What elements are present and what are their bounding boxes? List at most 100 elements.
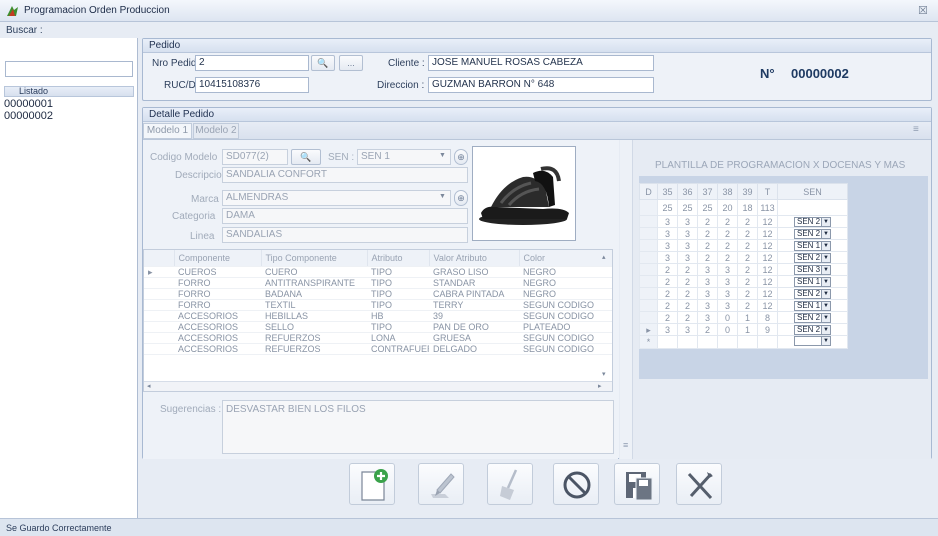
cell[interactable]: 3: [657, 251, 678, 264]
sen-dropdown[interactable]: SEN 2 ▼: [794, 217, 831, 227]
sugerencias-textarea[interactable]: DESVASTAR BIEN LOS FILOS: [222, 400, 614, 454]
cell[interactable]: 2: [737, 227, 758, 240]
cell[interactable]: 1: [737, 323, 758, 336]
table-row[interactable]: 3 3 2 2 2 12 SEN 2 ▼: [639, 227, 848, 240]
table-row[interactable]: 2 2 3 3 2 12 SEN 2 ▼: [639, 287, 848, 300]
table-row[interactable]: 2 2 3 3 2 12 SEN 3 ▼: [639, 263, 848, 276]
cell[interactable]: 3: [657, 323, 678, 336]
cell[interactable]: 2: [657, 263, 678, 276]
cell[interactable]: 0: [717, 323, 738, 336]
cell[interactable]: 2: [677, 299, 698, 312]
cell[interactable]: 3: [697, 263, 718, 276]
cell[interactable]: 2: [677, 287, 698, 300]
column-header[interactable]: 35: [657, 183, 678, 200]
table-row[interactable]: FORRO TEXTIL TIPO TERRY SEGUN CODIGO: [144, 299, 612, 311]
sen-dropdown[interactable]: SEN 1 ▼: [794, 277, 831, 287]
table-row[interactable]: 3 3 2 2 2 12 SEN 2 ▼: [639, 251, 848, 264]
cell[interactable]: 3: [657, 215, 678, 228]
cell[interactable]: 3: [677, 227, 698, 240]
direccion-field[interactable]: GUZMAN BARRON N° 648: [428, 77, 654, 93]
cell[interactable]: [717, 335, 738, 349]
cell[interactable]: 2: [697, 239, 718, 252]
sen-cell[interactable]: SEN 2 ▼: [777, 311, 848, 324]
sen-dropdown[interactable]: SEN 1 ▼: [794, 301, 831, 311]
table-row[interactable]: ▸ 3 3 2 0 1 9 SEN 2 ▼: [639, 323, 848, 336]
more-button[interactable]: ...: [339, 55, 363, 71]
sen-dropdown[interactable]: SEN 3 ▼: [794, 265, 831, 275]
column-header[interactable]: Valor Atributo: [429, 250, 520, 267]
column-header[interactable]: Color: [519, 250, 612, 267]
sen-dropdown[interactable]: ▼: [794, 336, 831, 346]
sen-cell[interactable]: SEN 1 ▼: [777, 299, 848, 312]
search-pedido-button[interactable]: 🔍: [311, 55, 335, 71]
table-row[interactable]: ACCESORIOS HEBILLAS HB 39 SEGUN CODIGO: [144, 310, 612, 322]
table-row[interactable]: 2 2 3 3 2 12 SEN 1 ▼: [639, 299, 848, 312]
cell[interactable]: 2: [697, 251, 718, 264]
sen-cell[interactable]: SEN 2 ▼: [777, 323, 848, 336]
clean-button[interactable]: [487, 463, 533, 505]
linea-field[interactable]: SANDALIAS: [222, 227, 468, 243]
cell[interactable]: 2: [677, 263, 698, 276]
table-row[interactable]: FORRO BADANA TIPO CABRA PINTADA NEGRO: [144, 288, 612, 300]
cell[interactable]: 3: [657, 239, 678, 252]
cell[interactable]: 3: [677, 323, 698, 336]
cell[interactable]: 2: [657, 299, 678, 312]
sen-cell[interactable]: SEN 2 ▼: [777, 227, 848, 240]
scroll-up-icon[interactable]: ▴: [602, 253, 606, 261]
sen-cell[interactable]: SEN 1 ▼: [777, 239, 848, 252]
cell[interactable]: 3: [677, 251, 698, 264]
cell[interactable]: 2: [657, 287, 678, 300]
cell[interactable]: 2: [737, 299, 758, 312]
cell[interactable]: 2: [697, 215, 718, 228]
sen-dropdown[interactable]: SEN 2 ▼: [794, 253, 831, 263]
ruc-field[interactable]: 10415108376: [195, 77, 309, 93]
cell[interactable]: 2: [677, 275, 698, 288]
cell[interactable]: 2: [737, 251, 758, 264]
cell[interactable]: 2: [717, 227, 738, 240]
codigo-field[interactable]: SD077(2): [222, 149, 288, 165]
table-row[interactable]: ACCESORIOS REFUERZOS LONA GRUESA SEGUN CODIG…: [144, 332, 612, 344]
cell[interactable]: 2: [737, 263, 758, 276]
cell[interactable]: 2: [677, 311, 698, 324]
cell[interactable]: [697, 335, 718, 349]
column-header[interactable]: D: [639, 183, 658, 200]
sen-cell[interactable]: ▼: [777, 335, 848, 349]
cell[interactable]: 2: [717, 215, 738, 228]
table-row[interactable]: 2 2 3 3 2 12 SEN 1 ▼: [639, 275, 848, 288]
cell[interactable]: [657, 335, 678, 349]
cell[interactable]: 2: [737, 215, 758, 228]
sen-dropdown[interactable]: SEN 2 ▼: [794, 289, 831, 299]
cell[interactable]: 3: [717, 275, 738, 288]
list-item[interactable]: 00000001: [4, 98, 104, 110]
scroll-down-icon[interactable]: ▾: [602, 370, 606, 378]
add-marca-button[interactable]: ⊕: [454, 190, 468, 206]
cell[interactable]: 3: [677, 239, 698, 252]
column-header[interactable]: Atributo: [367, 250, 430, 267]
edit-button[interactable]: [418, 463, 464, 505]
cell[interactable]: 2: [657, 275, 678, 288]
cell[interactable]: 3: [657, 227, 678, 240]
scroll-left-icon[interactable]: ◂: [147, 382, 151, 390]
search-model-button[interactable]: 🔍: [291, 149, 321, 165]
column-header[interactable]: T: [757, 183, 778, 200]
cell[interactable]: 2: [657, 311, 678, 324]
table-row[interactable]: ACCESORIOS SELLO TIPO PAN DE ORO PLATEADO: [144, 321, 612, 333]
cell[interactable]: 2: [737, 287, 758, 300]
column-header[interactable]: 37: [697, 183, 718, 200]
cancel-button[interactable]: [553, 463, 599, 505]
sen-cell[interactable]: SEN 1 ▼: [777, 275, 848, 288]
cell[interactable]: 3: [697, 311, 718, 324]
collapse-icon[interactable]: ≡: [623, 440, 628, 450]
close-form-button[interactable]: [676, 463, 722, 505]
sen-dropdown[interactable]: SEN 2 ▼: [794, 229, 831, 239]
marca-select[interactable]: ALMENDRAS: [222, 190, 451, 206]
sen-dropdown[interactable]: SEN 2 ▼: [794, 325, 831, 335]
sen-select[interactable]: SEN 1: [357, 149, 451, 165]
table-row[interactable]: FORRO ANTITRANSPIRANTE TIPO STANDAR NEGRO: [144, 277, 612, 289]
cell[interactable]: [677, 335, 698, 349]
table-row[interactable]: ▸ CUEROS CUERO TIPO GRASO LISO NEGRO: [144, 266, 612, 278]
search-input[interactable]: [5, 61, 133, 77]
sen-cell[interactable]: SEN 3 ▼: [777, 263, 848, 276]
cell[interactable]: 0: [717, 311, 738, 324]
sen-cell[interactable]: SEN 2 ▼: [777, 251, 848, 264]
